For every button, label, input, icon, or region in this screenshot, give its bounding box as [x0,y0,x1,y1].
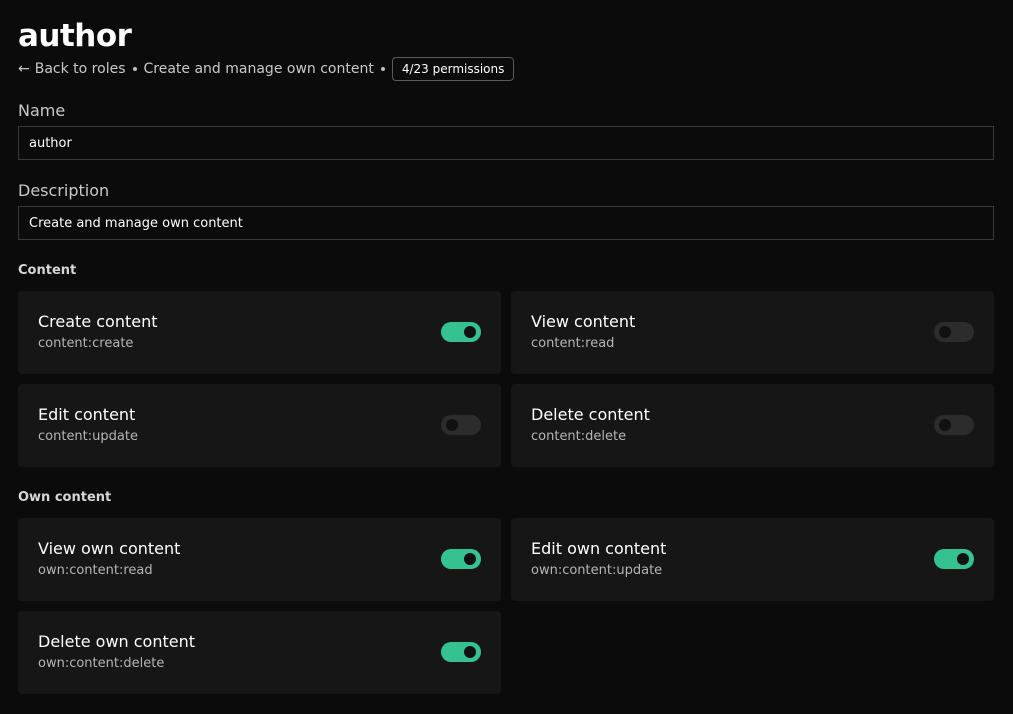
back-link-label: Back to roles [34,61,126,77]
permission-card-create-content: Create content content:create [18,291,501,374]
permission-toggle[interactable] [441,322,481,342]
permission-count-badge: 4/23 permissions [391,57,515,81]
permission-label: Edit own content [531,539,667,558]
arrow-left-icon: ← [18,61,30,77]
permission-key: own:content:read [38,563,153,578]
name-label: Name [18,101,66,120]
toggle-knob [446,419,458,431]
permission-label: View content [531,312,636,331]
permission-label: Edit content [38,405,136,424]
description-label: Description [18,181,110,200]
permission-toggle[interactable] [441,415,481,435]
description-field[interactable] [18,206,994,240]
permission-label: Delete content [531,405,650,424]
permission-key: own:content:delete [38,656,165,671]
role-description-text: Create and manage own content [143,61,374,77]
permission-toggle[interactable] [934,415,974,435]
permission-toggle[interactable] [934,322,974,342]
permission-card-delete-own-content: Delete own content own:content:delete [18,611,501,694]
toggle-knob [939,419,951,431]
permission-card-view-content: View content content:read [511,291,994,374]
separator-dot [380,67,385,71]
permission-key: content:delete [531,429,627,444]
permission-card-view-own-content: View own content own:content:read [18,518,501,601]
permission-card-edit-own-content: Edit own content own:content:update [511,518,994,601]
section-title-own-content: Own content [18,490,112,505]
toggle-knob [464,326,476,338]
toggle-knob [939,326,951,338]
permission-key: content:create [38,336,134,351]
permission-card-edit-content: Edit content content:update [18,384,501,467]
permission-toggle[interactable] [441,549,481,569]
permission-toggle[interactable] [934,549,974,569]
separator-dot [132,67,137,71]
section-title-content: Content [18,263,77,278]
permission-key: own:content:update [531,563,663,578]
permission-key: content:update [38,429,138,444]
permission-card-delete-content: Delete content content:delete [511,384,994,467]
back-to-roles-link[interactable]: ← Back to roles [18,61,126,77]
toggle-knob [957,553,969,565]
page-title: author [18,18,132,54]
toggle-knob [464,553,476,565]
permission-label: Create content [38,312,158,331]
permission-label: View own content [38,539,181,558]
permission-label: Delete own content [38,632,196,651]
name-field[interactable] [18,126,994,160]
permission-toggle[interactable] [441,642,481,662]
permission-key: content:read [531,336,615,351]
role-meta-bar: ← Back to roles Create and manage own co… [18,57,515,81]
toggle-knob [464,646,476,658]
